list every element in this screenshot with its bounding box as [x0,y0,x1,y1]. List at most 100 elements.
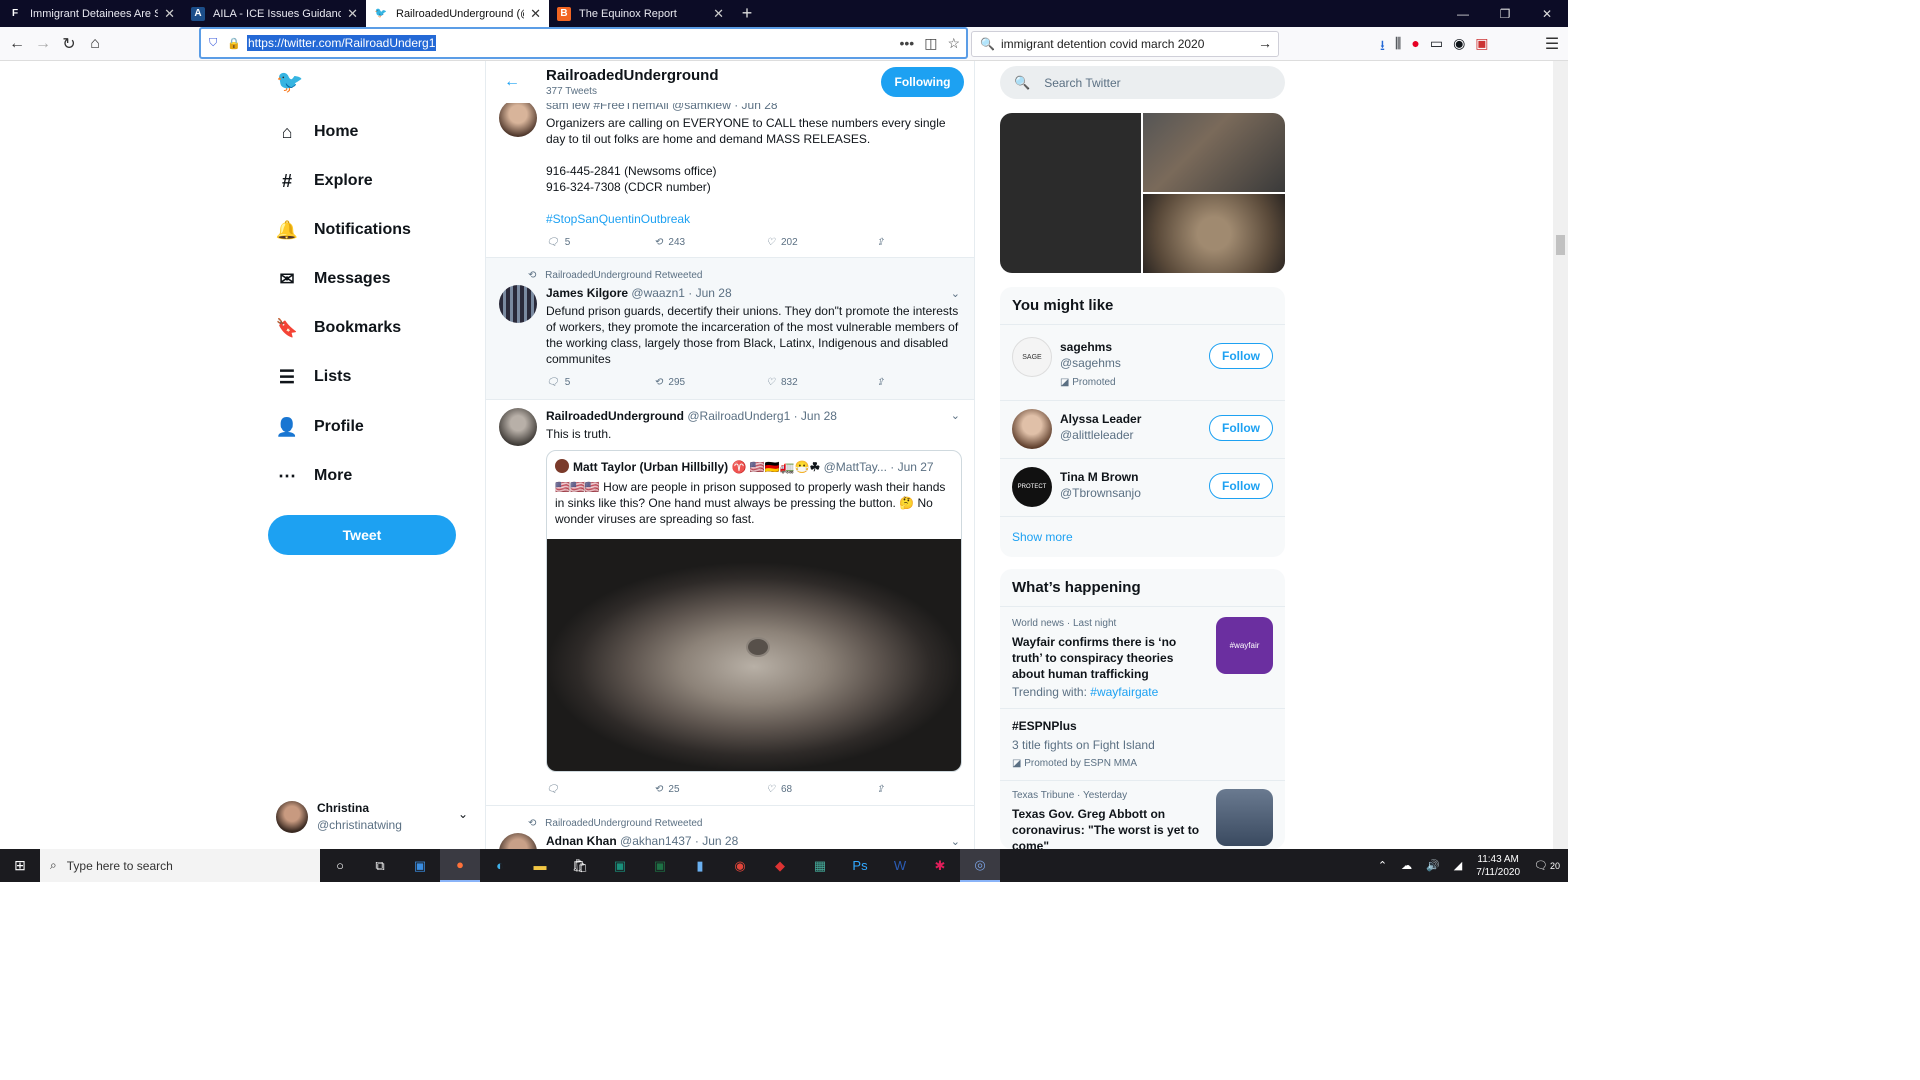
minimize-icon[interactable]: — [1442,0,1484,27]
trend-item[interactable]: World news · Last night Wayfair confirms… [1000,609,1285,709]
menu-icon[interactable]: ☰ [1540,32,1564,56]
browser-tab[interactable]: F Immigrant Detainees Are Sittin ✕ [0,0,183,27]
close-icon[interactable]: ✕ [713,6,724,22]
author-name[interactable]: Adnan Khan [546,834,617,848]
notification-center-icon[interactable]: 🗨 20 [1534,859,1560,872]
follow-button[interactable]: Follow [1209,343,1273,369]
hashtag-link[interactable]: #wayfairgate [1090,685,1158,699]
windows-start-icon[interactable]: ⊞ [0,849,40,882]
search-input[interactable]: 🔍 Search Twitter [1000,66,1285,99]
home-icon[interactable]: ⌂ [83,32,107,56]
reply-button[interactable]: 🗨 5 [546,235,654,251]
show-more-link[interactable]: Show more [1012,530,1073,544]
chrome-icon[interactable]: ◉ [720,849,760,882]
page-actions-icon[interactable]: ••• [899,35,914,52]
nav-home[interactable]: ⌂ Home [276,121,359,143]
firefox-icon[interactable]: ● [440,849,480,882]
app-icon[interactable]: ◆ [760,849,800,882]
quoted-tweet[interactable]: Matt Taylor (Urban Hillbilly) ♈ 🇺🇸🇩🇪🚛😷☘ … [546,450,962,772]
url-text[interactable]: https://twitter.com/RailroadUnderg1 [246,35,437,51]
media-thumb[interactable] [1143,113,1285,192]
media-thumb[interactable] [1143,194,1285,273]
like-button[interactable]: ♡ 832 [766,375,876,391]
suggested-user[interactable]: PROTECT Tina M Brown @Tbrownsanjo Follow [1000,459,1285,517]
back-arrow-icon[interactable]: ← [5,32,29,56]
browser-search-input[interactable]: 🔍 immigrant detention covid march 2020 → [971,31,1279,57]
nav-notifications[interactable]: 🔔 Notifications [276,219,411,241]
nav-more[interactable]: ⋯ More [276,465,352,487]
sink-photo[interactable] [547,539,961,771]
task-view-icon[interactable]: ⧉ [360,849,400,882]
download-icon[interactable]: ⭳ [1380,35,1385,59]
tweet[interactable]: ⟲ RailroadedUnderground Retweeted ⌄ Jame… [486,258,974,400]
like-button[interactable]: ♡ 202 [766,235,876,251]
file-explorer-icon[interactable]: ▬ [520,849,560,882]
nav-bookmarks[interactable]: 🔖 Bookmarks [276,317,401,339]
reply-button[interactable]: 🗨 5 [546,375,654,391]
shield-icon[interactable]: ⛉ [209,37,217,50]
reload-icon[interactable]: ↻ [57,32,81,56]
slack-icon[interactable]: ✱ [920,849,960,882]
browser-tab[interactable]: B The Equinox Report ✕ [549,0,732,27]
volume-icon[interactable]: 🔊 [1426,859,1440,872]
back-arrow-icon[interactable]: ← [504,73,520,91]
hashtag-link[interactable]: #StopSanQuentinOutbreak [546,211,961,227]
retweet-button[interactable]: ⟲ 25 [654,782,766,798]
suggested-user[interactable]: SAGE sagehms @sagehms ◪ Promoted Follow [1000,329,1285,401]
close-window-icon[interactable]: ✕ [1526,0,1568,27]
reply-button[interactable]: 🗨 [546,782,654,798]
store-icon[interactable]: 🛍 [560,849,600,882]
lock-icon[interactable]: 🔒 [227,37,241,50]
word-icon[interactable]: W [880,849,920,882]
like-button[interactable]: ♡ 68 [766,782,876,798]
pinterest-icon[interactable]: ● [1411,35,1419,59]
share-button[interactable]: ⇪ [876,375,884,391]
follow-button[interactable]: Follow [1209,473,1273,499]
chevron-up-icon[interactable]: ⌃ [1378,859,1387,872]
nav-lists[interactable]: ☰ Lists [276,366,351,388]
share-button[interactable]: ⇪ [876,235,884,251]
page-scrollbar[interactable] [1553,61,1568,849]
tweet[interactable]: ⌄ RailroadedUnderground @RailroadUnderg1… [486,400,974,806]
nav-profile[interactable]: 👤 Profile [276,416,364,438]
excel-icon[interactable]: ▣ [640,849,680,882]
url-bar[interactable]: ⛉ 🔒 https://twitter.com/RailroadUnderg1 … [199,27,968,59]
tweet[interactable]: sam lew #FreeThemAll @samklew · Jun 28 O… [486,91,974,258]
account-switcher[interactable]: Christina @christinatwing ⌄ [276,799,476,835]
scrollbar-thumb[interactable] [1556,235,1565,255]
app-icon[interactable]: ▮ [680,849,720,882]
cloud-icon[interactable]: ☁ [1401,859,1412,872]
star-icon[interactable]: ☆ [947,35,960,52]
app-icon[interactable]: ◎ [960,849,1000,882]
nav-explore[interactable]: # Explore [276,170,373,192]
tweet[interactable]: ⟲ RailroadedUnderground Retweeted ⌄ Adna… [486,806,974,849]
retweet-button[interactable]: ⟲ 243 [654,235,766,251]
forward-arrow-icon[interactable]: → [31,32,55,56]
follow-button[interactable]: Follow [1209,415,1273,441]
edge-icon[interactable]: ◐ [480,849,520,882]
photoshop-icon[interactable]: Ps [840,849,880,882]
nav-messages[interactable]: ✉ Messages [276,268,390,290]
tweet-button[interactable]: Tweet [268,515,456,555]
clock[interactable]: 11:43 AM 7/11/2020 [1476,853,1520,879]
retweet-button[interactable]: ⟲ 295 [654,375,766,391]
trend-item[interactable]: #ESPNPlus 3 title fights on Fight Island… [1000,709,1285,781]
close-icon[interactable]: ✕ [347,6,358,22]
cortana-icon[interactable]: ○ [320,849,360,882]
go-arrow-icon[interactable]: → [1258,35,1272,51]
outlook-icon[interactable]: ▣ [400,849,440,882]
new-tab-button[interactable]: + [732,0,762,27]
app-icon[interactable]: ▦ [800,849,840,882]
network-icon[interactable]: ◢ [1454,859,1462,872]
publisher-icon[interactable]: ▣ [600,849,640,882]
suggested-user[interactable]: Alyssa Leader @alittleleader Follow [1000,401,1285,459]
sidebar-icon[interactable]: ▭ [1430,35,1443,59]
author-name[interactable]: RailroadedUnderground [546,409,684,423]
restore-icon[interactable]: ❐ [1484,0,1526,27]
account-icon[interactable]: ◉ [1453,35,1465,59]
media-thumb[interactable] [1000,113,1141,273]
close-icon[interactable]: ✕ [530,6,541,22]
share-button[interactable]: ⇪ [876,782,884,798]
browser-tab-active[interactable]: 🐦 RailroadedUnderground (@Rai ✕ [366,0,549,27]
trend-item[interactable]: Texas Tribune · Yesterday Texas Gov. Gre… [1000,781,1285,849]
